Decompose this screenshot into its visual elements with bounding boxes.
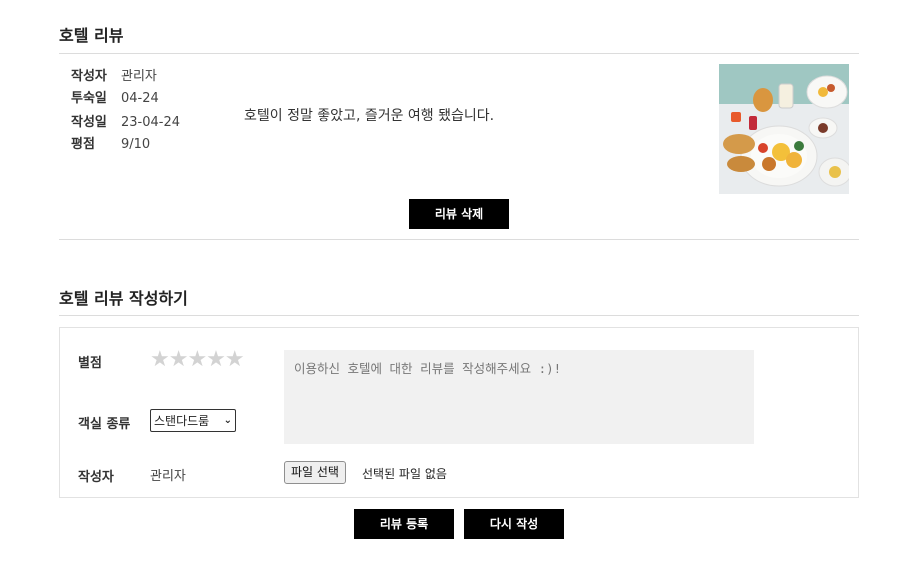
divider [59, 53, 859, 54]
room-type-value: 스탠다드룸 [154, 414, 210, 428]
delete-review-button[interactable]: 리뷰 삭제 [409, 199, 509, 229]
file-status: 선택된 파일 없음 [362, 467, 447, 481]
rating-label: 별점 [78, 356, 102, 371]
room-type-label: 객실 종류 [78, 417, 131, 432]
review-text: 호텔이 정말 좋았고, 즐거운 여행 됐습니다. [244, 108, 495, 124]
divider [59, 315, 859, 316]
submit-review-button[interactable]: 리뷰 등록 [354, 509, 454, 539]
file-select-button[interactable]: 파일 선택 [284, 461, 346, 484]
meta-key: 작성자 [71, 69, 107, 84]
meta-rating: 평점 9/10 [71, 136, 150, 154]
meta-value: 관리자 [121, 69, 157, 84]
meta-value: 04-24 [121, 91, 159, 106]
author-value: 관리자 [150, 469, 186, 484]
room-type-select[interactable]: 스탠다드룸 ⌄ [150, 409, 236, 432]
write-section-title: 호텔 리뷰 작성하기 [59, 289, 188, 308]
review-section-title: 호텔 리뷰 [59, 26, 124, 45]
review-textarea[interactable] [284, 350, 754, 444]
star-rating[interactable]: ★★★★★ [150, 347, 245, 373]
meta-key: 투숙일 [71, 91, 107, 106]
divider [59, 239, 859, 240]
meta-key: 평점 [71, 137, 95, 152]
meta-value: 9/10 [121, 137, 151, 152]
meta-value: 23-04-24 [121, 115, 181, 130]
meta-write-date: 작성일 23-04-24 [71, 114, 180, 132]
chevron-down-icon: ⌄ [223, 415, 232, 426]
reset-review-button[interactable]: 다시 작성 [464, 509, 564, 539]
meta-author: 작성자 관리자 [71, 68, 157, 86]
author-label: 작성자 [78, 470, 114, 485]
meta-key: 작성일 [71, 115, 107, 130]
review-photo [719, 64, 849, 194]
meta-stay-date: 투숙일 04-24 [71, 90, 159, 108]
